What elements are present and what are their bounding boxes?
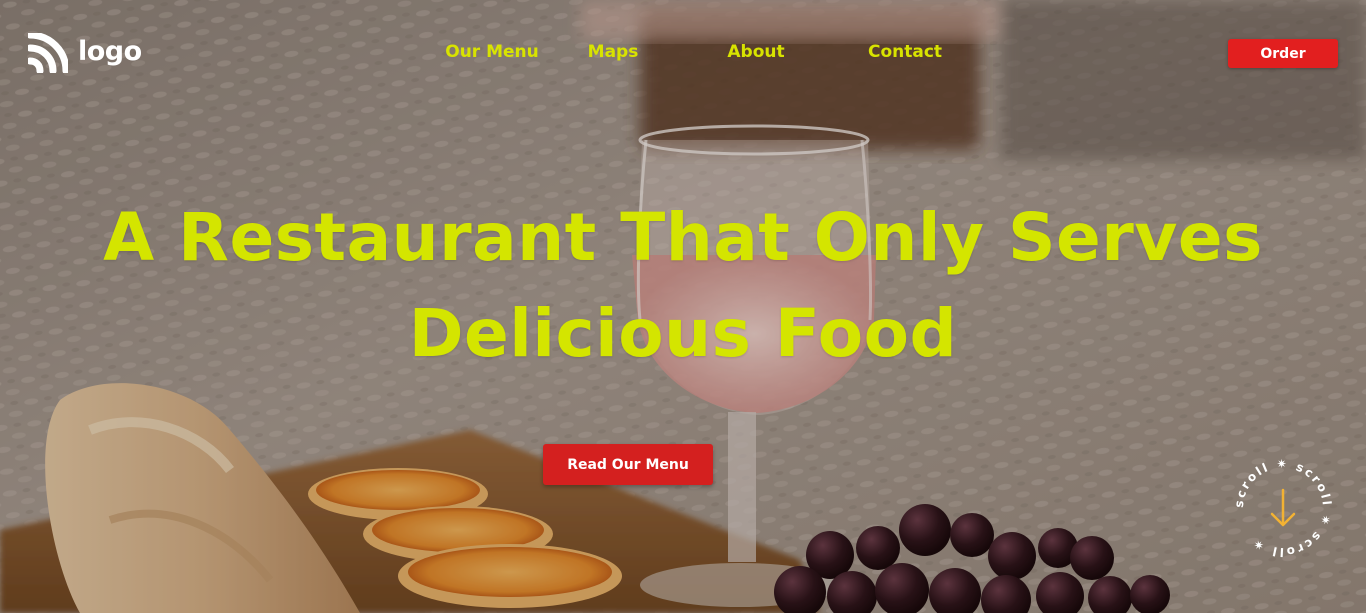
hero-section: logo Our Menu Maps About Contact Order A… <box>0 0 1366 613</box>
arrow-down-icon <box>1270 488 1296 527</box>
nav-link-about[interactable]: About <box>727 42 784 62</box>
scroll-indicator[interactable]: scroll ✷ scroll ✷ scroll ✷ <box>1227 452 1339 564</box>
hero-title: A Restaurant That Only Serves Delicious … <box>0 190 1366 382</box>
nav-link-contact[interactable]: Contact <box>868 42 942 62</box>
read-menu-button[interactable]: Read Our Menu <box>543 444 713 485</box>
hero-title-line-1: A Restaurant That Only Serves <box>103 199 1263 276</box>
scroll-ring: scroll ✷ scroll ✷ scroll ✷ <box>1232 457 1332 559</box>
nav-link-maps[interactable]: Maps <box>588 42 639 62</box>
order-button[interactable]: Order <box>1228 39 1338 68</box>
nav-link-our-menu[interactable]: Our Menu <box>445 42 539 62</box>
main-nav: Our Menu Maps About Contact <box>0 42 1366 66</box>
hero-title-line-2: Delicious Food <box>408 295 958 372</box>
